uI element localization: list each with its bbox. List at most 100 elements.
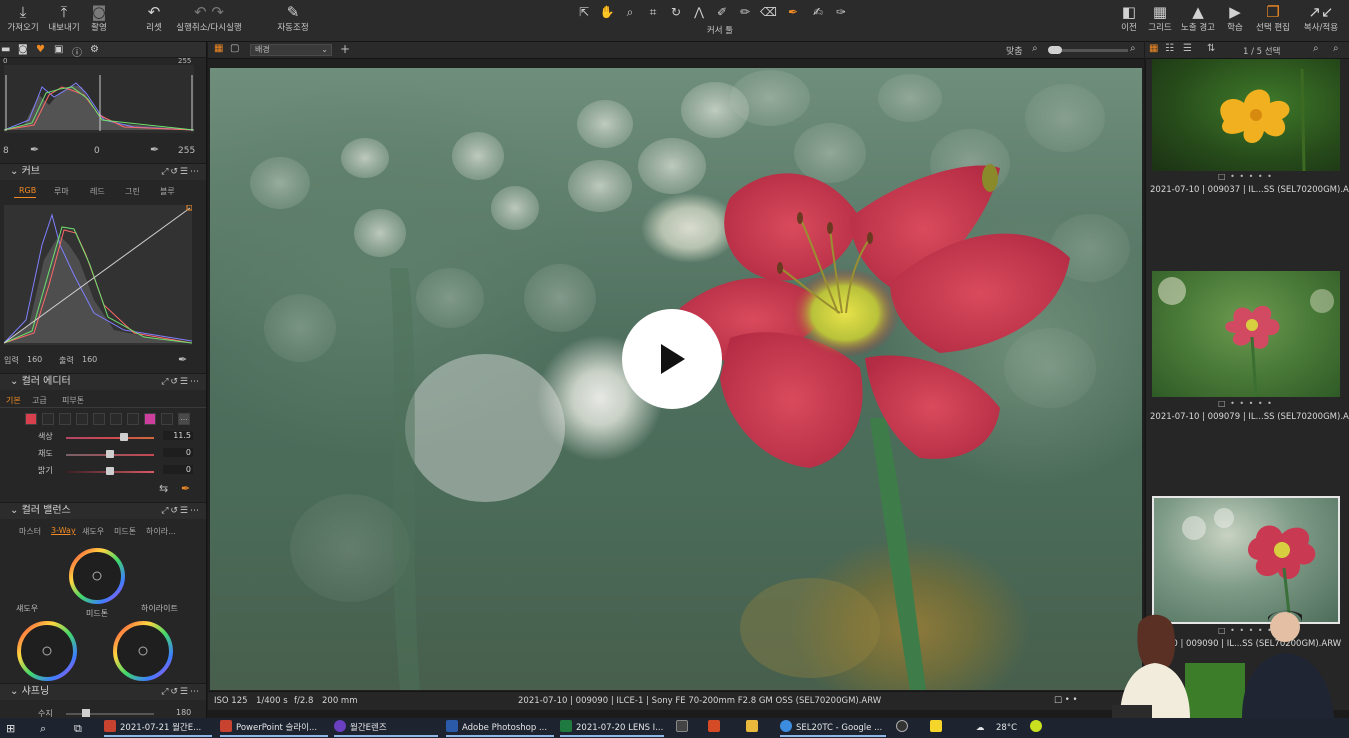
curve-output-value[interactable]: 160 xyxy=(82,355,97,364)
rating-dots[interactable]: □ • • • • • xyxy=(1218,172,1273,181)
color-swatch[interactable] xyxy=(59,413,71,425)
capture-button[interactable]: ◙ 촬영 xyxy=(88,3,110,33)
color-balance-section-header[interactable]: ⌄ 컬러 밸런스 ⤢↺☰⋯ xyxy=(0,502,206,519)
highlight-wheel[interactable] xyxy=(110,618,176,684)
grid-button[interactable]: ▦ 그리드 xyxy=(1145,3,1175,33)
zoom-slider-knob[interactable] xyxy=(1048,46,1062,54)
color-swatch[interactable] xyxy=(93,413,105,425)
section-tools-icon[interactable]: ⤢↺☰⋯ xyxy=(161,503,201,519)
thumbnail-view-icon[interactable]: ▦ xyxy=(1149,43,1158,54)
brush-icon[interactable]: ✏ xyxy=(737,4,753,20)
curve-section-header[interactable]: ⌄ 커브 ⤢↺☰⋯ xyxy=(0,163,206,180)
levels-black-picker-icon[interactable]: ✒ xyxy=(30,143,39,156)
auto-adjust-button[interactable]: ✎ 자동조정 xyxy=(273,3,313,33)
color-swatch[interactable] xyxy=(110,413,122,425)
color-swatch[interactable] xyxy=(127,413,139,425)
fit-label[interactable]: 맞춤 xyxy=(1006,44,1023,57)
color-swatch[interactable] xyxy=(42,413,54,425)
curve-tab-blue[interactable]: 블루 xyxy=(160,186,175,197)
settings-tab-icon[interactable]: ⚙ xyxy=(90,44,99,55)
eraser-icon[interactable]: ⌫ xyxy=(760,4,777,20)
curve-tab-rgb[interactable]: RGB xyxy=(19,186,36,195)
proof-icon[interactable]: □ • • xyxy=(1054,695,1077,705)
color-editor-section-header[interactable]: ⌄ 컬러 에디터 ⤢↺☰⋯ xyxy=(0,373,206,390)
sharpening-slider[interactable] xyxy=(66,713,154,715)
color-editor-tab-skintone[interactable]: 피부톤 xyxy=(62,395,84,406)
taskbar-item[interactable]: 2021-07-21 월간E... xyxy=(104,720,212,737)
color-editor-tab-basic[interactable]: 기본 xyxy=(6,395,21,406)
select-cursor-icon[interactable]: ⇱ xyxy=(576,4,592,20)
rotate-icon[interactable]: ↻ xyxy=(668,4,684,20)
rating-dots[interactable]: □ • • • • • xyxy=(1218,399,1273,408)
multi-view-icon[interactable]: ▦ xyxy=(214,43,223,54)
curve-input-value[interactable]: 160 xyxy=(27,355,42,364)
sort-icon[interactable]: ⇅ xyxy=(1207,43,1215,54)
exposure-warning-button[interactable]: ▲ 노출 경고 xyxy=(1178,3,1218,33)
lightness-slider-knob[interactable] xyxy=(106,467,114,475)
taskbar-item[interactable]: 월간E렌즈 xyxy=(334,720,438,737)
capture-tab-icon[interactable]: ◙ xyxy=(18,44,28,55)
balance-tab-midtone[interactable]: 미드톤 xyxy=(114,526,136,537)
midtone-wheel[interactable] xyxy=(66,545,128,607)
task-view-icon[interactable]: ⧉ xyxy=(74,720,82,737)
crop-icon[interactable]: ⌗ xyxy=(645,4,661,20)
exposure-tab-icon[interactable]: ▣ xyxy=(54,44,63,55)
more-swatches-button[interactable]: … xyxy=(178,413,190,425)
filter-icon[interactable]: ⌕ xyxy=(1313,43,1319,54)
levels-input-low[interactable]: 8 xyxy=(3,146,9,156)
sharpening-value[interactable]: 180 xyxy=(176,708,191,717)
import-button[interactable]: ⤓ 가져오기 xyxy=(6,3,40,33)
color-swatch[interactable] xyxy=(76,413,88,425)
color-editor-tab-advanced[interactable]: 고급 xyxy=(32,395,47,406)
curve-graph[interactable] xyxy=(3,204,193,345)
section-tools-icon[interactable]: ⤢↺☰⋯ xyxy=(161,684,201,700)
search-icon[interactable]: ⌕ xyxy=(40,720,46,737)
filmstrip-view-icon[interactable]: ☰ xyxy=(1183,43,1192,54)
saturation-slider-knob[interactable] xyxy=(106,450,114,458)
color-swatch[interactable] xyxy=(161,413,173,425)
thumbnail[interactable] xyxy=(1152,271,1340,397)
levels-white-picker-icon[interactable]: ✒ xyxy=(150,143,159,156)
undo-redo-button[interactable]: ↶ ↷ 실행취소/다시실행 xyxy=(172,3,246,33)
add-variant-icon[interactable]: + xyxy=(340,42,350,56)
curve-tab-luma[interactable]: 루마 xyxy=(54,186,69,197)
taskbar-item[interactable]: Adobe Photoshop ... xyxy=(446,720,554,737)
levels-input-high[interactable]: 255 xyxy=(178,146,195,156)
keystone-icon[interactable]: ⋀ xyxy=(691,4,707,20)
zoom-out-icon[interactable]: ⌕ xyxy=(1032,43,1038,54)
pan-icon[interactable]: ✋ xyxy=(599,4,615,20)
kakaotalk-icon[interactable] xyxy=(930,720,946,737)
hue-slider-knob[interactable] xyxy=(120,433,128,441)
list-view-icon[interactable]: ☷ xyxy=(1165,43,1174,54)
pen-icon[interactable]: ✑ xyxy=(833,4,849,20)
curve-tab-green[interactable]: 그린 xyxy=(125,186,140,197)
curve-tab-red[interactable]: 레드 xyxy=(90,186,105,197)
levels-mid-value[interactable]: 0 xyxy=(94,146,100,156)
picker-icon[interactable]: ✒ xyxy=(785,4,801,20)
capture-one-icon[interactable] xyxy=(896,720,912,737)
export-button[interactable]: ⤒ 내보내기 xyxy=(46,3,82,33)
hue-slider[interactable]: 색상 11.5 xyxy=(0,431,206,445)
learn-button[interactable]: ▶ 학습 xyxy=(1222,3,1248,33)
color-picker-icon[interactable]: ✒ xyxy=(181,482,190,495)
info-tab-icon[interactable]: ⓘ xyxy=(72,44,82,59)
saturation-slider[interactable]: 채도 0 xyxy=(0,448,206,462)
annotate-icon[interactable]: ✍ xyxy=(810,4,826,20)
single-view-icon[interactable]: ▢ xyxy=(230,43,239,54)
sharpening-section-header[interactable]: ⌄ 샤프닝 ⤢↺☰⋯ xyxy=(0,683,206,700)
taskbar-item[interactable]: SEL20TC - Google ... xyxy=(780,720,886,737)
color-swatch[interactable] xyxy=(25,413,37,425)
balance-tab-shadow[interactable]: 섀도우 xyxy=(82,526,104,537)
balance-tab-highlight[interactable]: 하이라... xyxy=(146,526,176,537)
taskbar-item[interactable]: PowerPoint 슬라이... xyxy=(220,720,328,737)
reset-button[interactable]: ↶ 리셋 xyxy=(143,3,165,33)
before-after-button[interactable]: ◧ 이전 xyxy=(1117,3,1141,33)
curve-picker-icon[interactable]: ✒ xyxy=(178,353,187,366)
windows-start-icon[interactable]: ⊞ xyxy=(6,720,15,737)
section-tools-icon[interactable]: ⤢↺☰⋯ xyxy=(161,164,201,180)
color-tab-icon[interactable]: ♥ xyxy=(36,44,45,55)
search-icon[interactable]: ⌕ xyxy=(1333,43,1339,54)
thumbnail[interactable] xyxy=(1152,59,1340,171)
balance-tab-3way[interactable]: 3-Way xyxy=(51,526,76,535)
edit-selection-button[interactable]: ❐ 선택 편집 xyxy=(1252,3,1294,33)
